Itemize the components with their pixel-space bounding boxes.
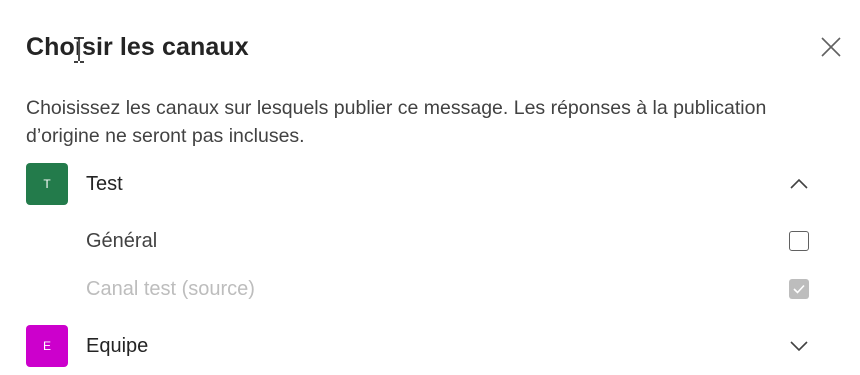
dialog-title: Choisir les canaux [26,33,249,61]
checkmark-icon [793,284,805,294]
channel-checkbox-canal-test-source [789,279,809,299]
channel-row-general[interactable]: Général [0,228,860,258]
text-cursor-icon [74,37,84,63]
team-row-test[interactable]: T Test [0,163,860,207]
choose-channels-dialog: Choisir les canaux Choisissez les canaux… [0,0,860,375]
team-row-equipe[interactable]: E Equipe [0,325,860,369]
channel-name-canal-test-source: Canal test (source) [86,278,255,300]
channel-checkbox-general[interactable] [789,231,809,251]
team-avatar-equipe: E [26,325,68,367]
channel-row-canal-test-source: Canal test (source) [0,276,860,306]
collapse-team-button[interactable] [786,171,812,197]
channel-name-general: Général [86,230,158,252]
close-icon [821,37,841,57]
team-name-equipe: Equipe [86,335,149,357]
team-name-test: Test [86,173,123,195]
team-avatar-test: T [26,163,68,205]
team-avatar-initial: E [42,339,51,353]
close-button[interactable] [818,34,844,60]
dialog-description: Choisissez les canaux sur lesquels publi… [26,97,767,147]
team-avatar-initial: T [43,177,51,191]
expand-team-button[interactable] [786,333,812,359]
chevron-up-icon [790,178,808,189]
chevron-down-icon [790,341,808,352]
